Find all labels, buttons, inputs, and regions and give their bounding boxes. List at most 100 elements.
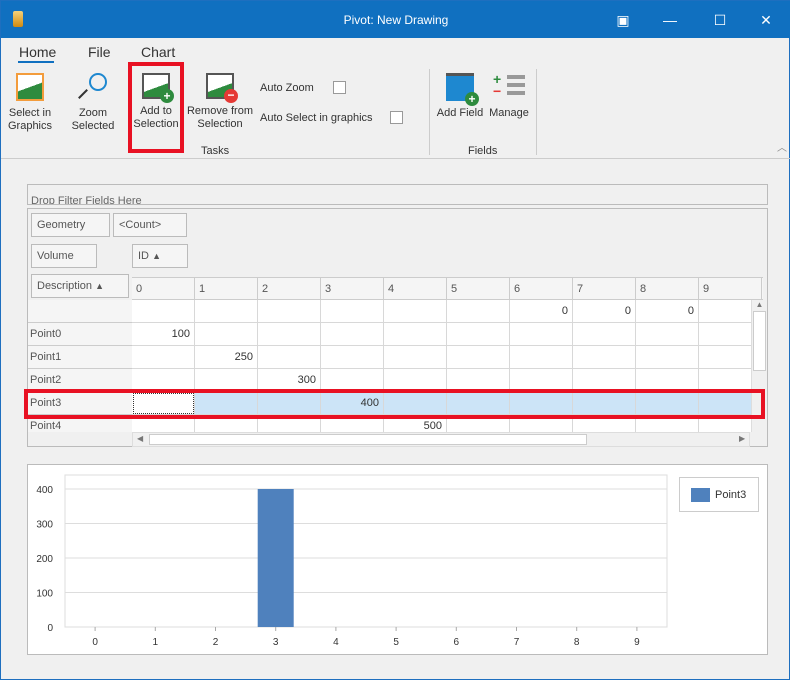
- grid-cell[interactable]: [573, 323, 636, 346]
- scroll-up-icon[interactable]: ▲: [752, 300, 767, 309]
- x-tick-label: 2: [213, 637, 219, 648]
- grid-cell[interactable]: [447, 300, 510, 323]
- column-header[interactable]: 2: [258, 277, 321, 300]
- x-tick-label: 5: [393, 637, 399, 648]
- grid-cell[interactable]: [258, 346, 321, 369]
- row-header[interactable]: Point0: [28, 323, 132, 346]
- grid-cell[interactable]: [132, 346, 195, 369]
- tab-chart[interactable]: Chart: [141, 44, 175, 60]
- add-picture-icon: +: [142, 73, 174, 103]
- column-header[interactable]: 7: [573, 277, 636, 300]
- grid-cell[interactable]: [636, 346, 699, 369]
- chart-panel: 0 100 200 300 400 0 1 2 3 4 5 6 7 8 9 Point3: [27, 464, 768, 655]
- x-tick-label: 7: [514, 637, 520, 648]
- zoom-selected-button[interactable]: Zoom Selected: [57, 73, 129, 133]
- add-to-selection-button[interactable]: + Add to Selection: [128, 62, 184, 153]
- column-header[interactable]: 1: [762, 277, 763, 300]
- fields-group-label: Fields: [468, 145, 498, 157]
- column-header[interactable]: 6: [510, 277, 573, 300]
- legend-swatch: [691, 488, 710, 502]
- column-header[interactable]: 3: [321, 277, 384, 300]
- y-tick-label: 400: [36, 485, 53, 496]
- x-tick-label: 6: [454, 637, 460, 648]
- bar: [257, 489, 294, 627]
- sort-ascending-icon: ▲: [152, 251, 161, 261]
- column-header[interactable]: 8: [636, 277, 699, 300]
- y-tick-label: 0: [47, 623, 53, 634]
- row-header[interactable]: [28, 300, 132, 323]
- collapse-ribbon-icon[interactable]: ︿: [777, 139, 787, 154]
- minimize-button[interactable]: —: [655, 9, 685, 31]
- chart-legend: Point3: [679, 477, 759, 512]
- add-field-icon: +: [446, 73, 479, 106]
- grid-cell[interactable]: [321, 323, 384, 346]
- grid-cell[interactable]: [132, 300, 195, 323]
- field-volume[interactable]: Volume: [31, 244, 97, 268]
- x-tick-label: 9: [634, 637, 640, 648]
- x-tick-label: 3: [273, 637, 279, 648]
- grid-cell[interactable]: 0: [636, 300, 699, 323]
- x-tick-label: 4: [333, 637, 339, 648]
- grid-cell[interactable]: [321, 346, 384, 369]
- y-tick-label: 200: [36, 554, 53, 565]
- grid-cell[interactable]: [258, 300, 321, 323]
- select-in-graphics-button[interactable]: Select in Graphics: [5, 73, 55, 133]
- grid-cell[interactable]: [510, 346, 573, 369]
- tab-file[interactable]: File: [88, 44, 111, 60]
- picture-icon: [16, 73, 44, 101]
- grid-cell[interactable]: [384, 346, 447, 369]
- maximize-button[interactable]: ☐: [705, 9, 735, 31]
- field-id[interactable]: ID ▲: [132, 244, 188, 268]
- grid-cell[interactable]: [384, 300, 447, 323]
- grid-cell[interactable]: [195, 300, 258, 323]
- grid-cell[interactable]: 0: [510, 300, 573, 323]
- field-count[interactable]: <Count>: [113, 213, 187, 237]
- column-header[interactable]: 4: [384, 277, 447, 300]
- grid-cell[interactable]: 100: [132, 323, 195, 346]
- auto-select-checkbox[interactable]: [390, 111, 403, 124]
- tab-home[interactable]: Home: [19, 44, 56, 60]
- column-header[interactable]: 0: [132, 277, 195, 300]
- grid-cell[interactable]: [447, 323, 510, 346]
- auto-zoom-label: Auto Zoom: [260, 82, 314, 94]
- scroll-right-icon[interactable]: ▶: [739, 434, 745, 443]
- grid-cell[interactable]: [321, 300, 384, 323]
- grid-cell[interactable]: [636, 323, 699, 346]
- grid-cell[interactable]: [447, 346, 510, 369]
- x-tick-label: 1: [153, 637, 159, 648]
- remove-from-selection-button[interactable]: − Remove from Selection: [186, 73, 254, 131]
- manage-button[interactable]: + − Manage: [487, 72, 531, 120]
- auto-select-label: Auto Select in graphics: [260, 112, 373, 124]
- grid-cell[interactable]: [195, 323, 258, 346]
- y-tick-label: 100: [36, 589, 53, 600]
- title-bar: Pivot: New Drawing ▣ — ☐ ✕: [1, 1, 790, 38]
- selection-highlight: [24, 389, 765, 419]
- filter-area[interactable]: Drop Filter Fields Here: [27, 184, 768, 205]
- close-button[interactable]: ✕: [751, 9, 781, 31]
- column-header[interactable]: 5: [447, 277, 510, 300]
- grid-cell[interactable]: 250: [195, 346, 258, 369]
- y-tick-label: 300: [36, 520, 53, 531]
- scroll-thumb[interactable]: [753, 311, 766, 371]
- column-header[interactable]: 1: [195, 277, 258, 300]
- grid-cell[interactable]: [258, 323, 321, 346]
- auto-zoom-checkbox[interactable]: [333, 81, 346, 94]
- bar-chart: 0 100 200 300 400 0 1 2 3 4 5 6 7 8 9: [36, 474, 668, 648]
- x-tick-label: 0: [92, 637, 98, 648]
- grid-cell[interactable]: 0: [573, 300, 636, 323]
- pivot-grid: Drop Filter Fields Here Geometry <Count>…: [24, 184, 768, 447]
- group-divider: [429, 69, 430, 155]
- grid-cell[interactable]: [510, 323, 573, 346]
- grid-cell[interactable]: [573, 346, 636, 369]
- tasks-group-label: Tasks: [201, 145, 230, 157]
- row-header[interactable]: Point1: [28, 346, 132, 369]
- scroll-thumb[interactable]: [149, 434, 587, 445]
- manage-list-icon: + −: [493, 72, 525, 101]
- add-field-button[interactable]: + Add Field: [435, 73, 485, 120]
- scroll-left-icon[interactable]: ◀: [137, 434, 143, 443]
- column-header[interactable]: 9: [699, 277, 762, 300]
- horizontal-scrollbar[interactable]: ◀ ▶: [132, 432, 750, 447]
- grid-cell[interactable]: [384, 323, 447, 346]
- field-geometry[interactable]: Geometry: [31, 213, 110, 237]
- restore-ribbon-icon[interactable]: ▣: [608, 9, 638, 31]
